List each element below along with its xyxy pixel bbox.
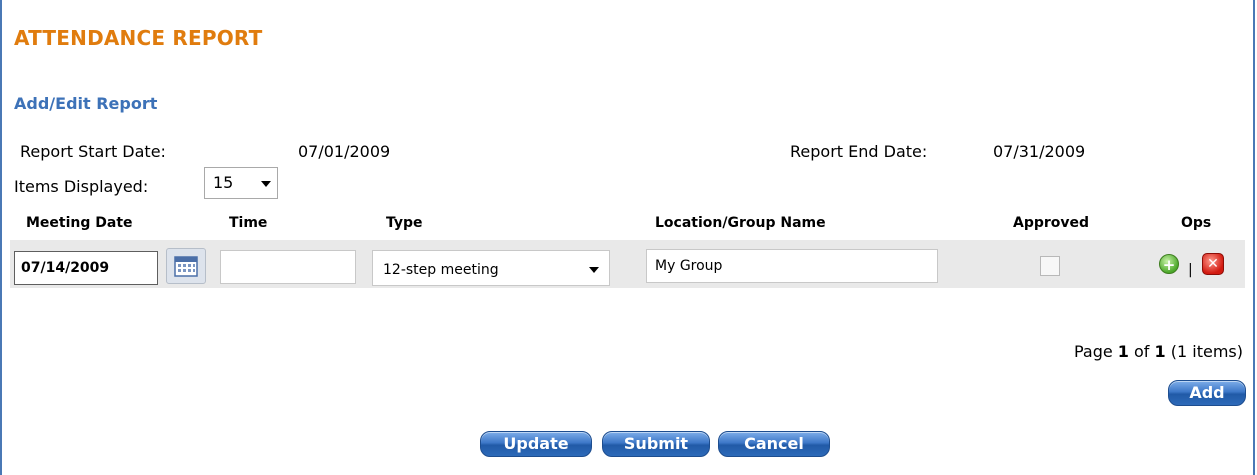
section-title: Add/Edit Report (14, 94, 158, 113)
time-input[interactable] (220, 250, 356, 284)
chevron-down-icon (261, 181, 271, 187)
location-value: My Group (655, 258, 723, 274)
pager-of: of (1134, 342, 1150, 361)
pager-current-page: 1 (1117, 342, 1129, 361)
items-displayed-value: 15 (213, 173, 234, 192)
start-date-value: 07/01/2009 (298, 142, 391, 161)
submit-button[interactable]: Submit (602, 431, 710, 457)
pager-prefix: Page (1073, 342, 1113, 361)
page-title: ATTENDANCE REPORT (14, 26, 263, 50)
delete-x-icon[interactable]: ✕ (1202, 253, 1224, 275)
header-type: Type (386, 215, 423, 231)
start-date-label: Report Start Date: (20, 142, 166, 161)
meeting-date-value: 07/14/2009 (21, 260, 110, 276)
items-displayed-select[interactable]: 15 (204, 167, 278, 199)
cancel-button[interactable]: Cancel (718, 431, 830, 457)
pager: Page 1 of 1 (1 items) (1074, 342, 1243, 361)
calendar-button[interactable] (166, 248, 206, 284)
pager-total-pages: 1 (1154, 342, 1166, 361)
grid-header: Meeting Date Time Type Location/Group Na… (0, 205, 1255, 239)
header-ops: Ops (1181, 215, 1212, 231)
meeting-date-input[interactable]: 07/14/2009 (14, 251, 158, 285)
header-approved: Approved (1013, 215, 1090, 231)
end-date-label: Report End Date: (790, 142, 928, 161)
pager-items: (1 items) (1170, 342, 1243, 361)
chevron-down-icon (589, 267, 599, 273)
add-circle-icon[interactable]: + (1159, 254, 1179, 274)
header-meeting-date: Meeting Date (26, 215, 133, 231)
ops-separator: | (1188, 262, 1193, 278)
location-input[interactable]: My Group (646, 249, 938, 283)
add-button[interactable]: Add (1168, 380, 1246, 406)
type-value: 12-step meeting (383, 262, 499, 278)
header-time: Time (229, 215, 268, 231)
calendar-icon (174, 256, 198, 277)
update-button[interactable]: Update (480, 431, 592, 457)
end-date-value: 07/31/2009 (993, 142, 1086, 161)
header-location: Location/Group Name (655, 215, 826, 231)
type-select[interactable]: 12-step meeting (372, 250, 610, 286)
approved-checkbox[interactable] (1040, 256, 1060, 276)
items-displayed-label: Items Displayed: (14, 177, 149, 196)
